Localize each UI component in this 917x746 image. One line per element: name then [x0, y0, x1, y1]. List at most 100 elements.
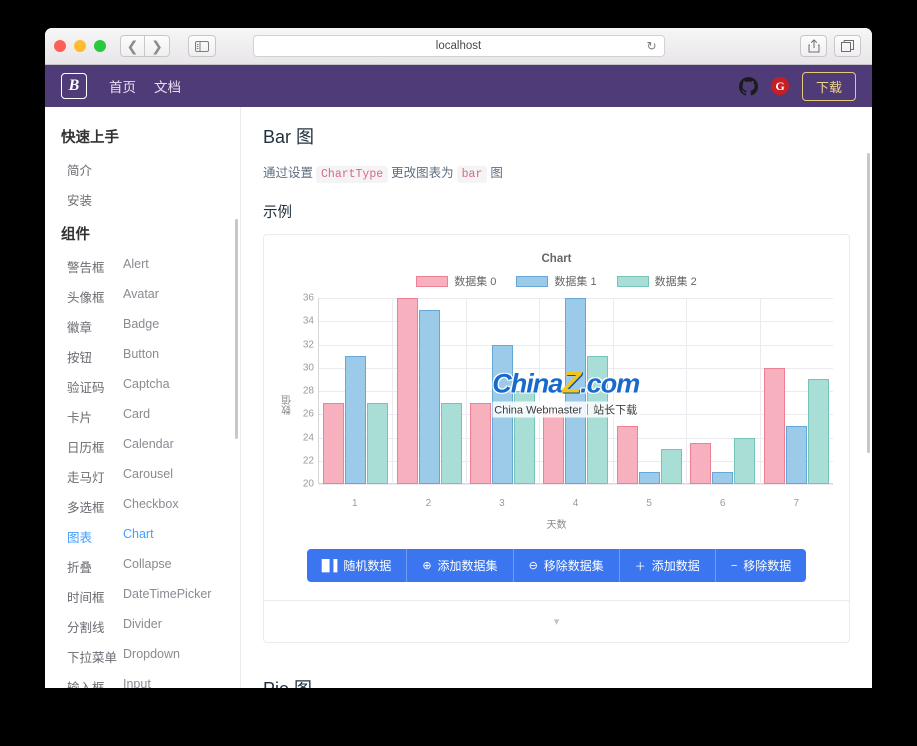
minimize-window-button[interactable] [74, 40, 86, 52]
show-code-toggle[interactable]: ▾ [264, 600, 849, 642]
sidebar-item-avatar[interactable]: 头像框 Avatar [45, 281, 240, 311]
chart-legend: 数据集 0 数据集 1 数据集 2 [280, 273, 833, 289]
bar[interactable] [418, 309, 440, 484]
sidebar-item-label-cn: 按钮 [67, 350, 93, 365]
sidebar-item-intro[interactable]: 简介 [45, 154, 240, 184]
sidebar-item-input[interactable]: 输入框 Input [45, 671, 240, 689]
bar[interactable] [323, 402, 345, 484]
bar[interactable] [367, 402, 389, 484]
sidebar-item-label-cn: 图表 [67, 530, 93, 545]
sidebar-item-button[interactable]: 按钮 Button [45, 341, 240, 371]
gitee-icon[interactable]: G [770, 77, 789, 95]
sidebar-item-carousel[interactable]: 走马灯 Carousel [45, 461, 240, 491]
remove-dataset-button[interactable]: ⊖ 移除数据集 [514, 549, 620, 582]
sidebar-item-badge[interactable]: 徽章 Badge [45, 311, 240, 341]
button-label: 随机数据 [343, 559, 392, 573]
bar[interactable] [440, 402, 462, 484]
button-label: 移除数据集 [543, 559, 604, 573]
sidebar: 快速上手 简介 安装 组件 警告框 Alert 头像框 Avatar 徽章 Badge… [45, 107, 241, 688]
button-label: 移除数据 [743, 559, 792, 573]
sidebar-item-captcha[interactable]: 验证码 Captcha [45, 371, 240, 401]
bar[interactable] [565, 298, 587, 484]
sidebar-item-divider[interactable]: 分割线 Divider [45, 611, 240, 641]
bar-group [392, 298, 465, 484]
bar[interactable] [690, 443, 712, 484]
button-label: 添加数据 [651, 559, 700, 573]
bar-group [686, 298, 759, 484]
page-body: 快速上手 简介 安装 组件 警告框 Alert 头像框 Avatar 徽章 Badge… [45, 107, 872, 688]
browser-chrome: ❮ ❯ localhost ↻ + [45, 28, 872, 65]
bar[interactable] [638, 472, 660, 484]
sidebar-item-dropdown[interactable]: 下拉菜单 Dropdown [45, 641, 240, 671]
x-tick-label: 6 [719, 498, 726, 509]
bar[interactable] [514, 391, 536, 484]
bar[interactable] [734, 437, 756, 484]
add-data-button[interactable]: ＋ 添加数据 [620, 549, 716, 582]
share-icon[interactable] [800, 35, 827, 57]
legend-label: 数据集 0 [454, 276, 497, 288]
y-tick-label: 34 [302, 315, 314, 327]
sidebar-toggle-icon[interactable] [188, 35, 216, 57]
bar[interactable] [587, 356, 609, 484]
bar[interactable] [616, 425, 638, 484]
sidebar-item-card[interactable]: 卡片 Card [45, 401, 240, 431]
legend-item-1[interactable]: 数据集 1 [516, 273, 597, 289]
close-window-button[interactable] [54, 40, 66, 52]
legend-item-0[interactable]: 数据集 0 [416, 273, 496, 289]
download-button[interactable]: 下载 [801, 71, 856, 101]
plus-circle-icon: ⊕ [422, 560, 432, 572]
sidebar-item-install[interactable]: 安装 [45, 184, 240, 214]
content-scrollbar[interactable] [867, 153, 870, 453]
bar-description: 通过设置 ChartType 更改图表为 bar 图 [263, 162, 850, 183]
sidebar-item-label-cn: 分割线 [67, 620, 105, 635]
legend-label: 数据集 1 [554, 276, 597, 288]
address-bar[interactable]: localhost ↻ [252, 35, 665, 57]
x-tick-label: 3 [499, 498, 505, 509]
add-dataset-button[interactable]: ⊕ 添加数据集 [407, 549, 514, 582]
legend-item-2[interactable]: 数据集 2 [616, 273, 697, 289]
sidebar-item-label-en: Checkbox [123, 496, 179, 511]
new-tab-overview-icon[interactable] [834, 35, 861, 57]
sidebar-item-chart[interactable]: 图表 Chart [45, 521, 240, 551]
sidebar-item-label-en: Divider [123, 616, 162, 631]
bar[interactable] [785, 425, 807, 484]
y-axis-label: 数值 [282, 395, 294, 415]
desc-post: 图 [490, 166, 503, 180]
forward-icon[interactable]: ❯ [145, 35, 170, 57]
bar[interactable] [345, 356, 367, 484]
sidebar-item-alert[interactable]: 警告框 Alert [45, 251, 240, 281]
bar[interactable] [660, 449, 682, 484]
bar[interactable] [763, 367, 785, 484]
github-icon[interactable] [738, 76, 758, 96]
sidebar-scrollbar[interactable] [235, 219, 238, 439]
sidebar-item-label-cn: 徽章 [67, 320, 93, 335]
bar[interactable] [470, 402, 492, 484]
url-text: localhost [435, 40, 482, 52]
x-tick-label: 4 [572, 498, 579, 509]
chart-canvas[interactable]: ChinaZ.com China Webmaster｜站长下载 [318, 298, 833, 485]
back-icon[interactable]: ❮ [120, 35, 145, 57]
x-tick-label: 7 [793, 498, 800, 509]
nav-link-home[interactable]: 首页 [109, 76, 136, 96]
bar[interactable] [492, 344, 514, 484]
sidebar-group-title: 快速上手 [61, 130, 119, 146]
y-axis-ticks: 20 22 24 26 28 30 32 34 36 [296, 293, 318, 498]
bar[interactable] [807, 379, 829, 484]
sidebar-item-checkbox[interactable]: 多选框 Checkbox [45, 491, 240, 521]
maximize-window-button[interactable] [94, 40, 106, 52]
sidebar-item-label-en: Avatar [123, 286, 159, 301]
brand-logo[interactable]: B [61, 73, 87, 99]
sidebar-item-label-en: Calendar [123, 436, 174, 451]
reload-icon[interactable]: ↻ [646, 39, 656, 53]
bar[interactable] [712, 472, 734, 484]
nav-link-docs[interactable]: 文档 [154, 76, 181, 96]
random-data-button[interactable]: █▐ 随机数据 [307, 549, 408, 582]
vertical-gridline [612, 298, 614, 484]
bar[interactable] [543, 414, 565, 484]
sidebar-item-collapse[interactable]: 折叠 Collapse [45, 551, 240, 581]
remove-data-button[interactable]: − 移除数据 [716, 549, 806, 582]
sidebar-item-datetimepicker[interactable]: 时间框 DateTimePicker [45, 581, 240, 611]
sidebar-item-calendar[interactable]: 日历框 Calendar [45, 431, 240, 461]
bar[interactable] [396, 298, 418, 484]
bar-group [465, 298, 539, 484]
